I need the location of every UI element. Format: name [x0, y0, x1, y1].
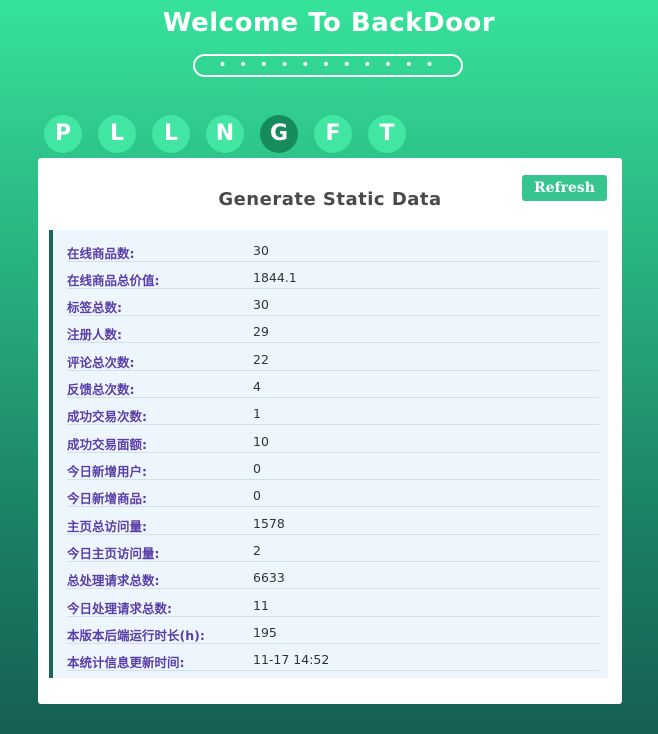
- page-title: Welcome To BackDoor: [162, 8, 496, 38]
- tab-n[interactable]: N: [206, 115, 244, 153]
- stat-label: 本统计信息更新时间:: [67, 655, 185, 670]
- stat-value: 11-17 14:52: [253, 652, 330, 667]
- stat-label: 注册人数:: [67, 327, 122, 342]
- stat-label: 今日新增商品:: [67, 491, 147, 506]
- stat-label: 今日主页访问量:: [67, 546, 160, 561]
- stat-label: 标签总数:: [67, 300, 122, 315]
- stat-value: 4: [253, 379, 261, 394]
- stat-label: 本版本后端运行时长(h):: [67, 628, 205, 643]
- stat-label: 在线商品数:: [67, 246, 135, 261]
- stat-value: 1844.1: [253, 270, 297, 285]
- stat-row: 标签总数: 30: [67, 289, 599, 316]
- stat-row: 成功交易面额: 10: [67, 426, 599, 453]
- tab-t[interactable]: T: [368, 115, 406, 153]
- stat-value: 30: [253, 297, 269, 312]
- stat-label: 成功交易面额:: [67, 437, 147, 452]
- stat-value: 1: [253, 406, 261, 421]
- stat-label: 反馈总次数:: [67, 382, 135, 397]
- stat-row: 总处理请求总数: 6633: [67, 562, 599, 589]
- stat-label: 主页总访问量:: [67, 519, 147, 534]
- stat-value: 30: [253, 243, 269, 258]
- password-input[interactable]: • • • • • • • • • • •: [193, 54, 463, 77]
- stat-value: 10: [253, 434, 269, 449]
- stat-row: 本版本后端运行时长(h): 195: [67, 617, 599, 644]
- stat-row: 主页总访问量: 1578: [67, 508, 599, 535]
- card-title: Generate Static Data: [218, 189, 442, 210]
- stats-card: Refresh Generate Static Data 在线商品数: 30 在…: [38, 158, 622, 704]
- stat-value: 1578: [253, 516, 285, 531]
- stat-label: 今日处理请求总数:: [67, 601, 172, 616]
- tab-f[interactable]: F: [314, 115, 352, 153]
- stat-label: 成功交易次数:: [67, 409, 147, 424]
- stat-value: 29: [253, 324, 269, 339]
- stat-label: 今日新增用户:: [67, 464, 147, 479]
- stat-label: 总处理请求总数:: [67, 573, 160, 588]
- stat-value: 11: [253, 598, 269, 613]
- stat-value: 0: [253, 488, 261, 503]
- stat-row: 在线商品数: 30: [67, 235, 599, 262]
- stats-list: 在线商品数: 30 在线商品总价值: 1844.1 标签总数: 30 注册人数:…: [49, 230, 608, 678]
- stat-value: 0: [253, 461, 261, 476]
- stat-row: 反馈总次数: 4: [67, 371, 599, 398]
- tab-p[interactable]: P: [44, 115, 82, 153]
- tab-l-1[interactable]: L: [98, 115, 136, 153]
- tab-l-2[interactable]: L: [152, 115, 190, 153]
- stat-row: 评论总次数: 22: [67, 344, 599, 371]
- stat-row: 注册人数: 29: [67, 316, 599, 343]
- stat-row: 成功交易次数: 1: [67, 398, 599, 425]
- stat-value: 6633: [253, 570, 285, 585]
- stat-value: 22: [253, 352, 269, 367]
- stat-row: 今日处理请求总数: 11: [67, 590, 599, 617]
- stat-row: 今日主页访问量: 2: [67, 535, 599, 562]
- stat-value: 195: [253, 625, 277, 640]
- stat-row: 在线商品总价值: 1844.1: [67, 262, 599, 289]
- tab-g[interactable]: G: [260, 115, 298, 153]
- stat-row: 今日新增商品: 0: [67, 480, 599, 507]
- stat-row: 今日新增用户: 0: [67, 453, 599, 480]
- stat-label: 在线商品总价值:: [67, 273, 160, 288]
- stat-row: 本统计信息更新时间: 11-17 14:52: [67, 644, 599, 671]
- stat-label: 评论总次数:: [67, 355, 135, 370]
- stat-value: 2: [253, 543, 261, 558]
